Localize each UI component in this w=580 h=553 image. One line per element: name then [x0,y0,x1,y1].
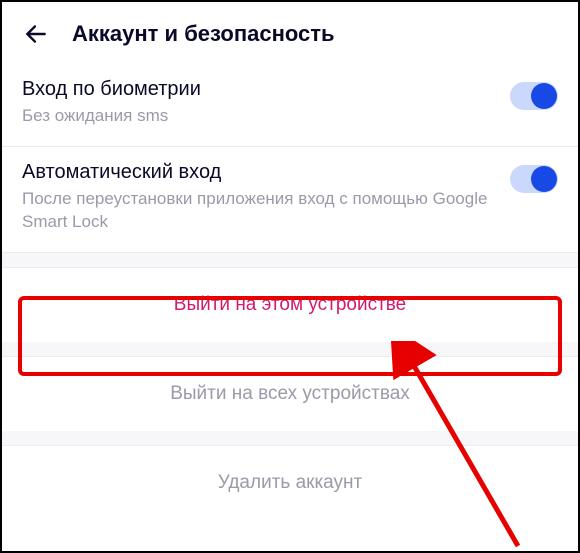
biometric-toggle[interactable] [510,82,558,110]
setting-autologin-subtitle: После переустановки приложения вход с по… [22,188,490,234]
section-divider [2,253,578,267]
toggle-knob [531,166,557,192]
logout-this-device-button[interactable]: Выйти на этом устройстве [2,267,578,342]
setting-biometric: Вход по биометрии Без ожидания sms [2,64,578,147]
setting-biometric-subtitle: Без ожидания sms [22,105,490,128]
header: Аккаунт и безопасность [2,2,578,64]
setting-biometric-title: Вход по биометрии [22,78,490,101]
setting-autologin-title: Автоматический вход [22,161,490,184]
back-icon[interactable] [22,20,50,48]
toggle-knob [531,83,557,109]
section-divider [2,342,578,356]
logout-all-devices-button[interactable]: Выйти на всех устройствах [2,356,578,431]
delete-account-button[interactable]: Удалить аккаунт [2,445,578,520]
page-title: Аккаунт и безопасность [72,21,335,47]
section-divider [2,431,578,445]
setting-autologin: Автоматический вход После переустановки … [2,147,578,253]
autologin-toggle[interactable] [510,165,558,193]
